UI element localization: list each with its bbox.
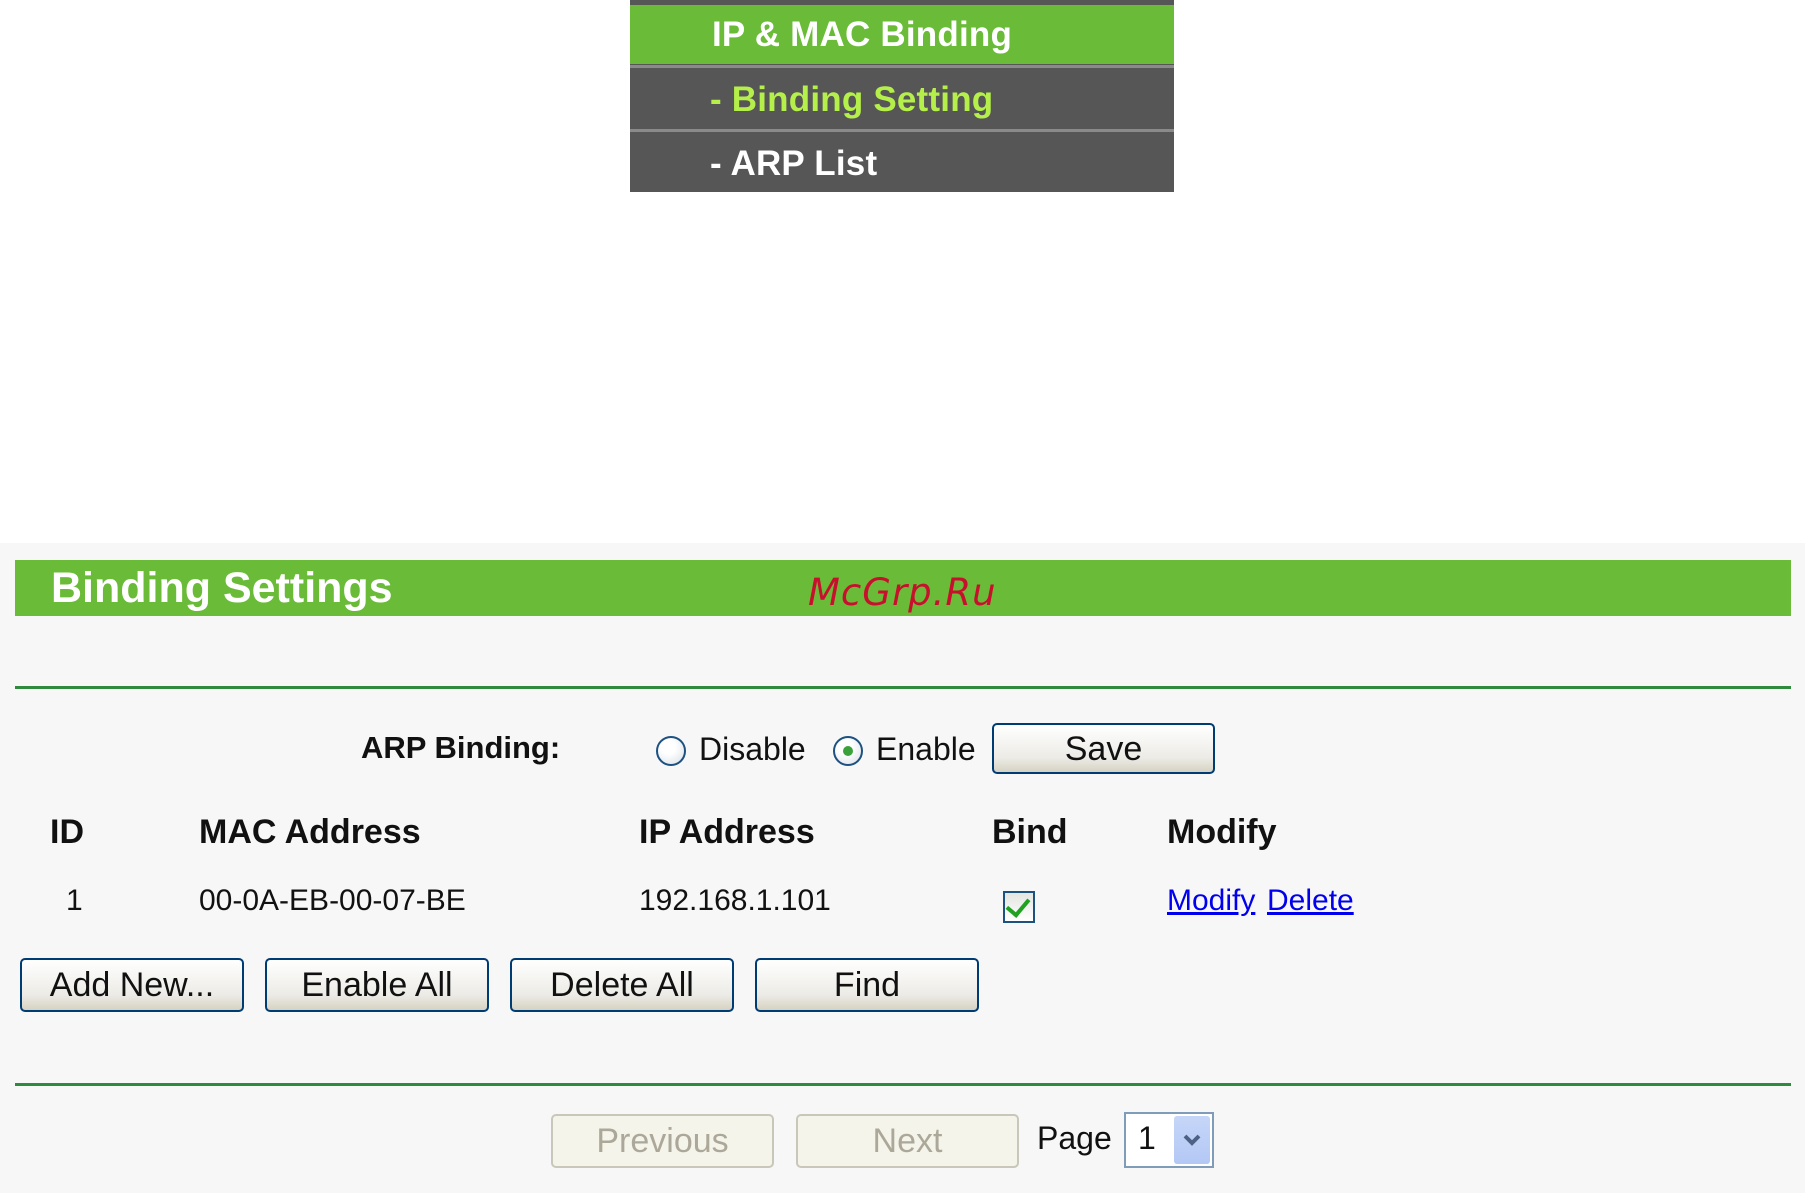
menu-item-arp-list[interactable]: - ARP List xyxy=(630,134,1174,193)
page-select[interactable]: 1 xyxy=(1124,1112,1214,1168)
side-menu: IP & MAC Binding - Binding Setting - ARP… xyxy=(630,0,1174,192)
divider xyxy=(15,1083,1791,1086)
menu-divider xyxy=(630,65,1174,68)
menu-header-ip-mac-binding[interactable]: IP & MAC Binding xyxy=(630,5,1174,64)
column-header-modify: Modify xyxy=(1167,813,1277,851)
modify-link[interactable]: Modify xyxy=(1167,884,1255,918)
add-new-button[interactable]: Add New... xyxy=(20,958,244,1012)
column-header-mac-address: MAC Address xyxy=(199,813,421,851)
chevron-down-icon[interactable] xyxy=(1174,1116,1210,1164)
disable-radio[interactable] xyxy=(656,736,686,766)
divider xyxy=(15,686,1791,689)
binding-settings-panel: Binding Settings McGrp.Ru ARP Binding: D… xyxy=(0,543,1805,1193)
column-header-id: ID xyxy=(50,813,84,851)
column-header-ip-address: IP Address xyxy=(639,813,815,851)
bind-checkbox[interactable] xyxy=(1003,891,1035,923)
enable-all-button[interactable]: Enable All xyxy=(265,958,489,1012)
checkmark-icon xyxy=(1005,892,1031,918)
delete-all-button[interactable]: Delete All xyxy=(510,958,734,1012)
radio-selected-dot xyxy=(843,746,853,756)
find-button[interactable]: Find xyxy=(755,958,979,1012)
delete-link[interactable]: Delete xyxy=(1267,884,1354,918)
next-button[interactable]: Next xyxy=(796,1114,1019,1168)
page-label: Page xyxy=(1037,1120,1112,1156)
save-button[interactable]: Save xyxy=(992,723,1215,774)
watermark: McGrp.Ru xyxy=(808,571,997,614)
enable-radio[interactable] xyxy=(833,736,863,766)
menu-item-binding-setting[interactable]: - Binding Setting xyxy=(630,70,1174,129)
previous-button[interactable]: Previous xyxy=(551,1114,774,1168)
arp-binding-label: ARP Binding: xyxy=(361,730,561,765)
column-header-bind: Bind xyxy=(992,813,1068,851)
row-mac-address: 00-0A-EB-00-07-BE xyxy=(199,884,466,917)
page-select-value: 1 xyxy=(1138,1120,1156,1156)
row-id: 1 xyxy=(66,884,83,917)
disable-radio-label[interactable]: Disable xyxy=(699,731,806,768)
row-ip-address: 192.168.1.101 xyxy=(639,884,831,917)
menu-divider xyxy=(630,129,1174,132)
enable-radio-label[interactable]: Enable xyxy=(876,731,976,768)
